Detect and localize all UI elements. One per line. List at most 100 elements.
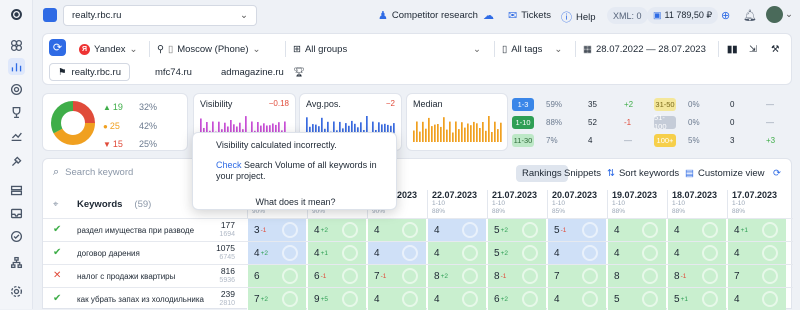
position-cell[interactable]: 4 +1 [727,219,786,241]
position-cell[interactable]: 4 +2 [247,242,306,264]
keyword-text[interactable]: раздел имущества при разводе [77,221,207,240]
date-range-picker[interactable]: ▦ 28.07.2022 — 28.07.2023 [583,40,706,58]
position-cell[interactable]: 5 +2 [487,242,546,264]
position-range-row[interactable]: 1-3 59% 35 +2 [512,97,652,111]
balance-badge[interactable]: ▣ 11 789,50 ₽ [647,7,719,24]
position-cell[interactable]: 5 +1 [667,288,726,310]
tags-select[interactable]: ▯ All tags ⌄ [502,40,562,58]
app-logo-icon[interactable] [8,6,25,23]
keyword-text[interactable]: налог с продажи квартиры [77,267,207,286]
crosshair-icon[interactable]: ⌖ [53,190,58,218]
date-column-header[interactable]: 20.07.2023 1-10 85% [547,190,606,218]
audit-icon[interactable] [8,228,25,245]
position-cell[interactable]: 8 -1 [667,265,726,287]
position-cell[interactable]: 5 -1 [547,219,606,241]
position-range-row[interactable]: 11-30 7% 4 — [512,133,652,147]
site-tab-0[interactable]: ⚑ realty.rbc.ru [49,63,130,81]
position-range-row[interactable]: 51-100 0% 0 — [654,113,792,131]
position-cell[interactable]: 3 -1 [247,219,306,241]
sort-keywords-button[interactable]: ⇅ Sort keywords [607,168,679,179]
sitemap-icon[interactable] [8,254,25,271]
search-input[interactable]: Search keyword [65,167,133,178]
keyword-text[interactable]: договор дарения [77,244,207,263]
position-cell[interactable]: 7 [727,265,786,287]
avatar[interactable] [766,6,783,23]
competitor-research-link[interactable]: ♟ Competitor research [378,9,478,22]
region-select[interactable]: ⚲ ▯ Moscow (Phone) ⌄ [157,40,260,58]
position-cell[interactable]: 4 [427,242,486,264]
search-box[interactable]: ⌕ Search keyword [53,166,133,179]
settings-gear-icon[interactable] [8,283,25,300]
tooltip-footer-link[interactable]: What does it mean? [193,197,398,207]
position-cell[interactable]: 4 [547,242,606,264]
table-row[interactable]: ✕ налог с продажи квартиры 816 5936 6 6 -1 7 -1 8… [43,264,793,287]
position-cell[interactable]: 4 [727,288,786,310]
position-cell[interactable]: 4 [547,288,606,310]
position-cell[interactable]: 4 +1 [307,242,366,264]
position-cell[interactable]: 8 [607,265,666,287]
position-cell[interactable]: 4 [607,242,666,264]
customize-view-button[interactable]: ▤ Customize view [685,168,765,179]
chart-icon[interactable]: ▮▮ [727,40,737,58]
inbox-icon[interactable] [8,205,25,222]
help-link[interactable]: ⓘ Help [561,9,596,25]
trophy-icon[interactable]: 🏆︎ [285,63,313,81]
date-column-header[interactable]: 17.07.2023 1-10 88% [727,190,786,218]
position-cell[interactable]: 4 +2 [307,219,366,241]
position-cell[interactable]: 4 [727,242,786,264]
xml-badge[interactable]: XML: 0 [607,7,648,24]
tools-icon[interactable] [8,153,25,170]
site-tab-2[interactable]: admagazine.ru [213,63,292,81]
position-cell[interactable]: 8 -1 [487,265,546,287]
position-cell[interactable]: 5 +2 [487,219,546,241]
date-column-header[interactable]: 18.07.2023 1-10 88% [667,190,726,218]
position-cell[interactable]: 4 [427,288,486,310]
position-cell[interactable]: 9 +5 [307,288,366,310]
position-cell[interactable]: 8 +2 [427,265,486,287]
position-range-row[interactable]: 31-50 0% 0 — [654,97,792,111]
competitors-icon[interactable] [8,81,25,98]
position-cell[interactable]: 6 +2 [487,288,546,310]
groups-chevron-icon[interactable]: ⌄ [473,40,481,58]
table-row[interactable]: ✔ договор дарения 1075 6745 4 +2 4 +1 4 4 5 +2 4 4 4 4 [43,241,793,264]
position-cell[interactable]: 7 +2 [247,288,306,310]
servers-icon[interactable] [8,182,25,199]
position-cell[interactable]: 4 [367,288,426,310]
table-row[interactable]: ✔ как убрать запах из холодильника 239 2810… [43,287,793,310]
position-cell[interactable]: 6 [247,265,306,287]
position-cell[interactable]: 7 -1 [367,265,426,287]
table-row[interactable]: ✔ раздел имущества при разводе 177 1694 3 -1 4… [43,218,793,241]
engine-select[interactable]: Я Yandex ⌄ [79,40,137,58]
position-cell[interactable]: 4 [667,242,726,264]
groups-select[interactable]: ⊞ All groups [293,40,347,58]
position-cell[interactable]: 4 [367,242,426,264]
tools-wrench-icon[interactable]: ⚒ [771,40,780,58]
upload-icon[interactable]: ☁ [483,9,494,22]
date-column-header[interactable]: 19.07.2023 1-10 88% [607,190,666,218]
refresh-table-icon[interactable]: ⟳ [773,168,781,179]
date-column-header[interactable]: 21.07.2023 1-10 88% [487,190,546,218]
refresh-icon[interactable]: ⟳ [49,39,66,56]
median-card[interactable]: Median [406,93,508,151]
dashboard-icon[interactable] [8,37,25,54]
position-cell[interactable]: 4 [367,219,426,241]
project-select[interactable]: realty.rbc.ru ⌄ [63,5,257,26]
position-cell[interactable]: 6 -1 [307,265,366,287]
position-cell[interactable]: 5 [607,288,666,310]
position-cell[interactable]: 4 [607,219,666,241]
rankings-icon[interactable] [8,58,25,75]
site-tab-1[interactable]: mfc74.ru [147,63,200,81]
tooltip-check-link[interactable]: Check [216,160,242,170]
analytics-icon[interactable] [8,127,25,144]
export-icon[interactable]: ⇲ [749,40,757,58]
position-range-row[interactable]: 1-10 88% 52 -1 [512,115,652,129]
position-range-row[interactable]: 100+ 5% 3 +3 [654,133,792,147]
keyword-text[interactable]: как убрать запах из холодильника [77,290,207,309]
tickets-link[interactable]: ✉ Tickets [508,9,551,22]
trophy-icon[interactable] [8,104,25,121]
position-cell[interactable]: 7 [547,265,606,287]
tab-snippets[interactable]: Snippets [558,165,607,182]
add-funds-icon[interactable]: ⊕ [721,9,730,22]
position-cell[interactable]: 4 [427,219,486,241]
keywords-header[interactable]: Keywords (59) [77,190,151,218]
